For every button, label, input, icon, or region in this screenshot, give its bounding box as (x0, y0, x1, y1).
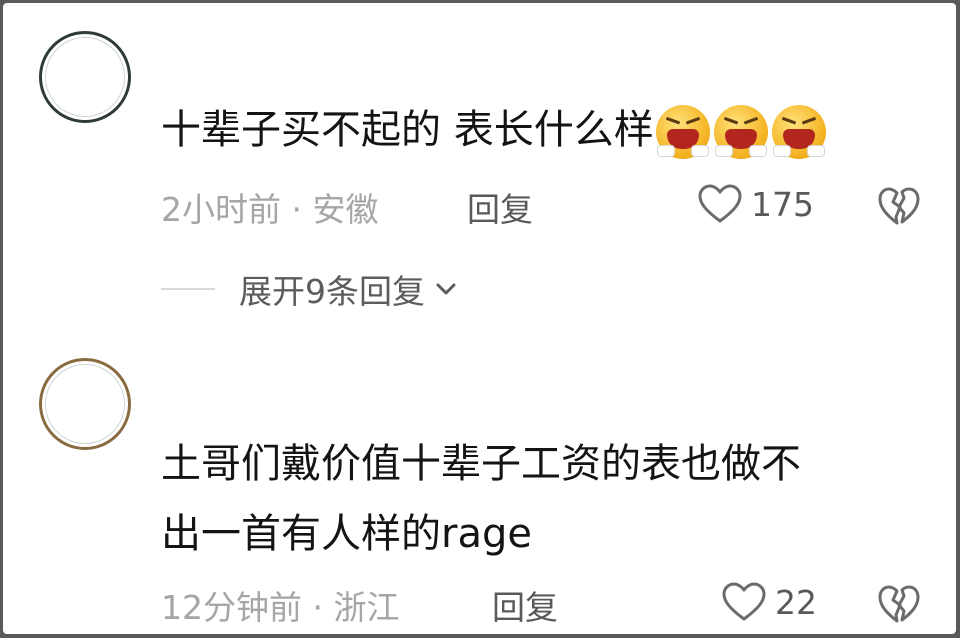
comment-text: 十辈子买不起的 表长什么样 (161, 100, 826, 160)
like-button[interactable]: 22 (721, 581, 817, 623)
comment-meta: 12分钟前 · 浙江 (161, 581, 400, 629)
avatar[interactable] (39, 31, 131, 123)
heart-icon (698, 184, 742, 223)
expand-replies-label: 展开9条回复 (239, 272, 425, 311)
like-count: 22 (775, 582, 817, 622)
reply-button[interactable]: 回复 (467, 183, 533, 231)
reply-button[interactable]: 回复 (492, 581, 558, 629)
divider (161, 288, 215, 290)
like-count: 175 (751, 184, 814, 224)
emoji-group (655, 105, 826, 159)
avatar[interactable] (39, 358, 131, 450)
broken-heart-icon[interactable] (877, 584, 921, 626)
crying-face-emoji (771, 105, 826, 159)
comment-meta: 2小时前 · 安徽 (161, 183, 379, 231)
comment-location: 浙江 (333, 588, 400, 627)
comment-body: 十辈子买不起的 表长什么样 (161, 107, 654, 153)
comment-time: 2小时前 (161, 190, 281, 229)
broken-heart-icon[interactable] (877, 186, 921, 228)
comment-line: 土哥们戴价值十辈子工资的表也做不 (161, 441, 801, 487)
meta-separator: · (291, 190, 303, 229)
heart-icon (722, 582, 766, 621)
comment-time: 12分钟前 (161, 588, 302, 627)
expand-replies-button[interactable]: 展开9条回复 (161, 265, 457, 313)
like-button[interactable]: 175 (697, 183, 814, 225)
chevron-down-icon (436, 283, 456, 295)
comment-line: 出一首有人样的rage (161, 511, 532, 557)
crying-face-emoji (713, 105, 768, 159)
crying-face-emoji (655, 105, 710, 159)
meta-separator: · (312, 588, 324, 627)
comment-list: 十辈子买不起的 表长什么样 2小时前 · 安徽 回复 175 展开9条回复 土哥… (3, 3, 956, 634)
comment-text: 土哥们戴价值十辈子工资的表也做不 出一首有人样的rage (161, 429, 801, 569)
comment-location: 安徽 (312, 190, 379, 229)
